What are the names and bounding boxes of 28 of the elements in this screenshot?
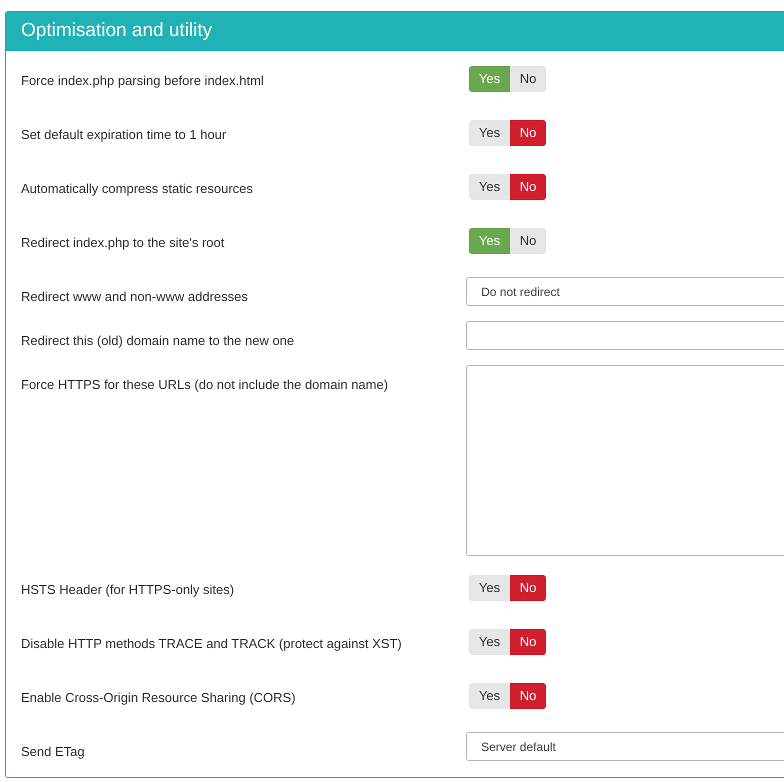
setting-label: Disable HTTP methods TRACE and TRACK (protect against XST): [21, 636, 402, 651]
toggle-option[interactable]: Yes: [469, 683, 510, 709]
setting-label: Send ETag: [21, 744, 85, 759]
setting-label: HSTS Header (for HTTPS-only sites): [21, 582, 234, 597]
setting-label: Force index.php parsing before index.html: [21, 73, 264, 88]
text-area[interactable]: [466, 365, 784, 556]
setting-label: Redirect this (old) domain name to the new one: [21, 333, 294, 348]
panel-title: Optimisation and utility: [21, 19, 212, 44]
toggle-option[interactable]: No: [510, 66, 546, 92]
toggle-option[interactable]: No: [510, 174, 546, 200]
toggle-option[interactable]: Yes: [469, 629, 510, 655]
setting-label: Redirect index.php to the site's root: [21, 235, 224, 250]
setting-label: Set default expiration time to 1 hour: [21, 127, 226, 142]
toggle-option[interactable]: Yes: [469, 575, 510, 601]
setting-label: Automatically compress static resources: [21, 181, 253, 196]
setting-label: Redirect www and non-www addresses: [21, 289, 248, 304]
toggle-option[interactable]: No: [510, 683, 546, 709]
toggle-option[interactable]: No: [510, 120, 546, 146]
toggle-option[interactable]: No: [510, 629, 546, 655]
toggle-option[interactable]: Yes: [469, 120, 510, 146]
dropdown[interactable]: Server default: [466, 732, 784, 761]
input-field[interactable]: [466, 321, 784, 350]
toggle-option[interactable]: No: [510, 228, 546, 254]
dropdown[interactable]: Do not redirect: [466, 277, 784, 306]
setting-label: Force HTTPS for these URLs (do not include the domain name): [21, 377, 388, 392]
toggle-option[interactable]: Yes: [469, 174, 510, 200]
setting-label: Enable Cross-Origin Resource Sharing (CORS): [21, 690, 296, 705]
toggle-option[interactable]: No: [510, 575, 546, 601]
